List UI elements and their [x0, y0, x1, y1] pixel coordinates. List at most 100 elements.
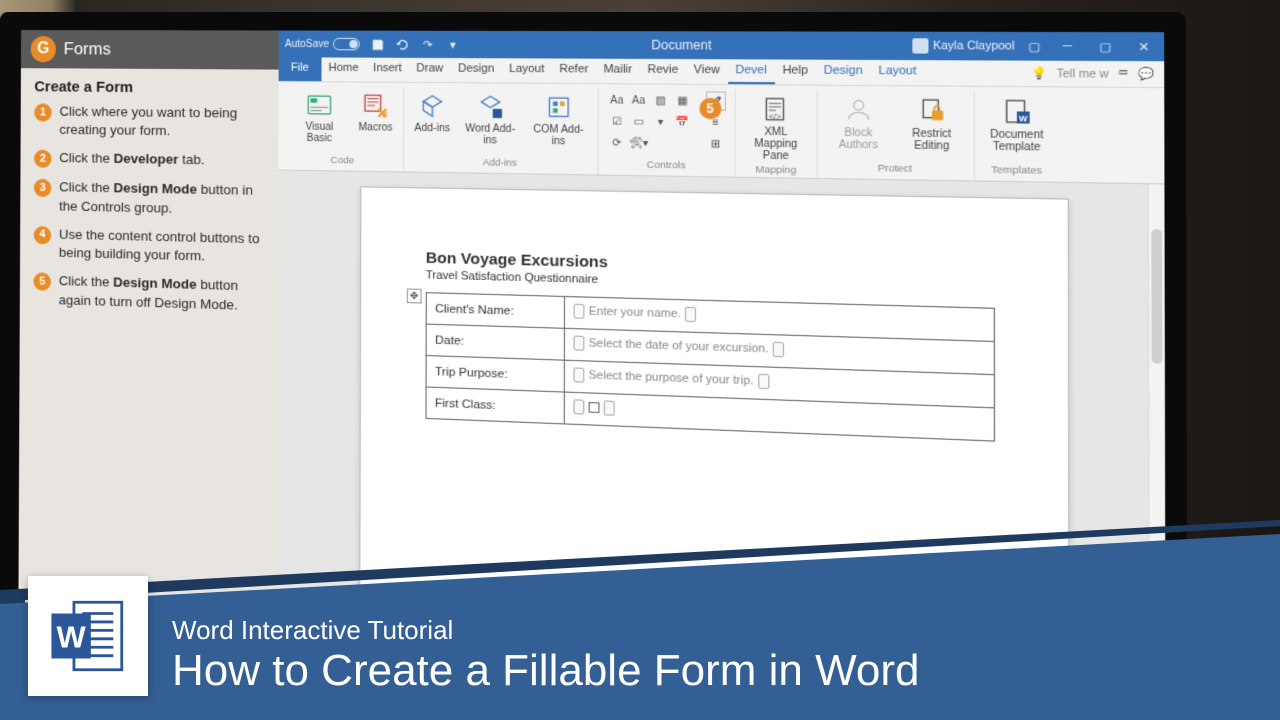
field-label: First Class:: [426, 387, 564, 424]
dropdown-content-control[interactable]: Select the purpose of your trip.: [574, 367, 770, 389]
block-authors-icon: [842, 95, 874, 126]
tab-view[interactable]: View: [686, 59, 728, 84]
document-area[interactable]: Bon Voyage Excursions Travel Satisfactio…: [277, 171, 1166, 689]
tab-review[interactable]: Revie: [640, 59, 686, 84]
tab-help[interactable]: Help: [775, 59, 816, 84]
visual-basic-button[interactable]: Visual Basic: [291, 88, 349, 146]
plain-text-control-icon[interactable]: Aa: [629, 91, 649, 110]
avatar: [912, 38, 928, 53]
xml-mapping-button[interactable]: </> XML Mapping Pane: [745, 92, 808, 165]
sidebar-title: Forms: [64, 39, 111, 59]
step-4: 4 Use the content control buttons to bei…: [34, 225, 264, 268]
checkbox-content-control[interactable]: [573, 399, 614, 415]
field-label: Trip Purpose:: [426, 356, 564, 393]
svg-text:W: W: [1019, 113, 1027, 123]
datepicker-control-icon[interactable]: 📅: [673, 113, 693, 132]
content-controls-grid: Aa Aa ▧ ▦ ☑ ▭ ▾ 📅 ⟳ 🛠▾: [607, 91, 692, 154]
step-badge: 1: [34, 103, 52, 121]
form-table[interactable]: Client's Name: Enter your name. Date:: [425, 292, 995, 442]
visual-basic-icon: [305, 90, 334, 119]
undo-icon[interactable]: [395, 37, 410, 52]
legacy-tools-icon[interactable]: 🛠▾: [629, 133, 649, 152]
tab-table-layout[interactable]: Layout: [871, 60, 925, 85]
block-authors-button[interactable]: Block Authors: [827, 92, 891, 154]
repeating-control-icon[interactable]: ⟳: [607, 133, 627, 152]
tab-file[interactable]: File: [279, 57, 322, 81]
tell-me[interactable]: Tell me w: [1057, 67, 1109, 81]
callout-5-badge: 5: [699, 98, 721, 120]
com-addins-icon: [543, 92, 573, 122]
text-content-control[interactable]: Enter your name.: [574, 304, 697, 323]
ribbon-group-code: Visual Basic Macros Code: [282, 86, 404, 171]
tab-table-design[interactable]: Design: [816, 60, 871, 85]
document-title: Document: [460, 37, 912, 53]
tab-insert[interactable]: Insert: [366, 58, 409, 82]
field-label: Date:: [426, 324, 564, 360]
word-app: AutoSave ↷ ▾ Document: [277, 31, 1166, 689]
close-button[interactable]: ✕: [1131, 37, 1157, 57]
table-move-handle-icon[interactable]: ✥: [407, 288, 422, 303]
macros-button[interactable]: Macros: [356, 89, 394, 136]
svg-text:</>: </>: [768, 111, 780, 121]
tab-mailings[interactable]: Mailir: [596, 59, 640, 84]
ribbon-display-icon[interactable]: ▢: [1026, 39, 1042, 55]
sidebar-heading: Create a Form: [34, 78, 264, 97]
share-icon[interactable]: ⮹: [1118, 67, 1129, 82]
combobox-control-icon[interactable]: ▭: [629, 112, 649, 131]
checkbox-control-icon[interactable]: ☑: [607, 112, 627, 131]
minimize-button[interactable]: ─: [1054, 36, 1080, 56]
step-badge: 2: [34, 150, 52, 168]
tell-me-icon[interactable]: 💡: [1031, 66, 1047, 80]
tutorial-sidebar: G Forms Create a Form 1 Click where you …: [18, 30, 278, 633]
step-badge: 5: [33, 273, 51, 292]
qat-dropdown-icon[interactable]: ▾: [446, 37, 461, 52]
picture-control-icon[interactable]: ▧: [651, 91, 671, 110]
step-2: 2 Click the Developer tab.: [34, 149, 264, 172]
com-addins-button[interactable]: COM Add-ins: [528, 90, 588, 150]
rich-text-control-icon[interactable]: Aa: [607, 91, 627, 110]
date-content-control[interactable]: Select the date of your excursion.: [574, 336, 785, 358]
document-template-icon: W: [1000, 96, 1033, 127]
ribbon-group-templates: W Document Template Templates: [974, 91, 1059, 182]
step-badge: 4: [34, 226, 52, 245]
tab-draw[interactable]: Draw: [409, 58, 451, 82]
ribbon-group-protect: Block Authors Restrict Editing Protect: [817, 90, 974, 180]
sidebar-header: G Forms: [21, 30, 279, 70]
tab-home[interactable]: Home: [321, 57, 366, 81]
restrict-editing-button[interactable]: Restrict Editing: [899, 93, 964, 155]
vertical-scrollbar[interactable]: [1148, 184, 1166, 663]
autosave-toggle[interactable]: AutoSave: [285, 38, 360, 51]
scrollbar-thumb[interactable]: [1151, 229, 1162, 364]
word-addins-button[interactable]: Word Add-ins: [460, 90, 520, 150]
document-page[interactable]: Bon Voyage Excursions Travel Satisfactio…: [359, 186, 1070, 688]
field-label: Client's Name:: [426, 293, 564, 329]
addins-button[interactable]: Add-ins: [412, 89, 452, 136]
document-template-button[interactable]: W Document Template: [984, 93, 1050, 156]
titlebar: AutoSave ↷ ▾ Document: [279, 31, 1165, 62]
group-icon[interactable]: ⊞: [706, 134, 726, 154]
addins-icon: [417, 91, 446, 121]
tab-design[interactable]: Design: [451, 58, 502, 82]
word-addins-icon: [475, 92, 505, 122]
ribbon-group-controls: Aa Aa ▧ ▦ ☑ ▭ ▾ 📅 ⟳ 🛠▾: [598, 88, 735, 176]
tab-developer[interactable]: Devel: [728, 59, 775, 84]
sidebar-logo: G: [31, 36, 56, 62]
tab-references[interactable]: Refer: [552, 58, 596, 83]
restrict-editing-icon: [915, 95, 947, 126]
step-badge: 3: [34, 179, 52, 197]
dropdown-control-icon[interactable]: ▾: [651, 112, 671, 131]
step-5: 5 Click the Design Mode button again to …: [33, 272, 263, 316]
maximize-button[interactable]: ▢: [1092, 36, 1118, 56]
building-block-control-icon[interactable]: ▦: [673, 91, 693, 110]
ribbon-group-addins: Add-ins Word Add-ins: [404, 87, 599, 175]
save-icon[interactable]: [370, 37, 385, 52]
comments-icon[interactable]: 💬: [1138, 67, 1154, 82]
step-1: 1 Click where you want to being creating…: [34, 102, 264, 142]
xml-mapping-icon: </>: [760, 94, 791, 125]
user-account[interactable]: Kayla Claypool: [912, 38, 1014, 54]
ribbon: Visual Basic Macros Code: [278, 82, 1164, 185]
step-3: 3 Click the Design Mode button in the Co…: [34, 178, 264, 219]
tab-layout[interactable]: Layout: [502, 58, 552, 83]
redo-icon[interactable]: ↷: [420, 37, 435, 52]
macros-icon: [361, 91, 390, 120]
